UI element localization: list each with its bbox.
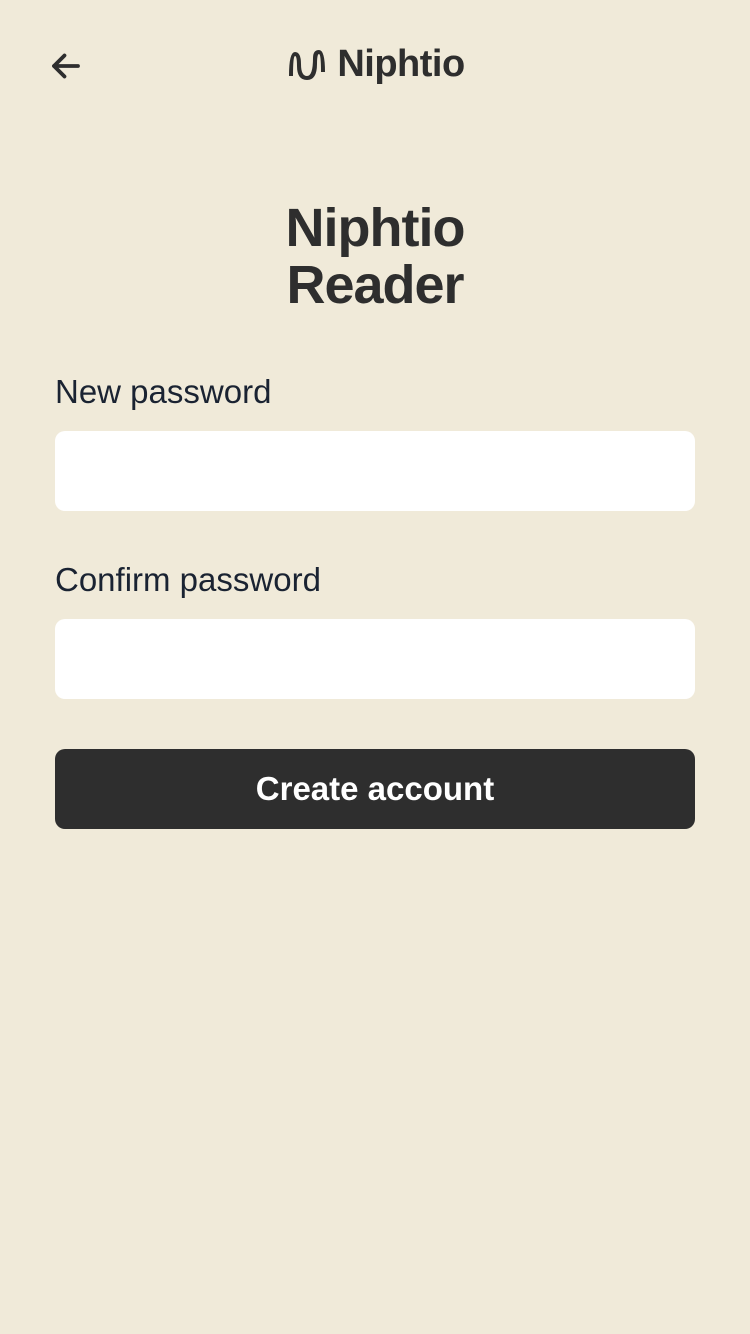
main-content: Niphtio Reader New password Confirm pass… [0, 200, 750, 829]
brand-name: Niphtio [337, 43, 464, 86]
new-password-label: New password [55, 373, 695, 411]
new-password-group: New password [55, 373, 695, 511]
confirm-password-label: Confirm password [55, 561, 695, 599]
create-account-button[interactable]: Create account [55, 749, 695, 829]
confirm-password-input[interactable] [55, 619, 695, 699]
confirm-password-group: Confirm password [55, 561, 695, 699]
new-password-input[interactable] [55, 431, 695, 511]
header: Niphtio [0, 0, 750, 100]
brand-logo: Niphtio [285, 43, 464, 86]
niphtio-logo-icon [285, 44, 325, 84]
back-button[interactable] [48, 48, 84, 84]
page-title: Niphtio Reader [55, 200, 695, 313]
arrow-left-icon [48, 48, 84, 84]
